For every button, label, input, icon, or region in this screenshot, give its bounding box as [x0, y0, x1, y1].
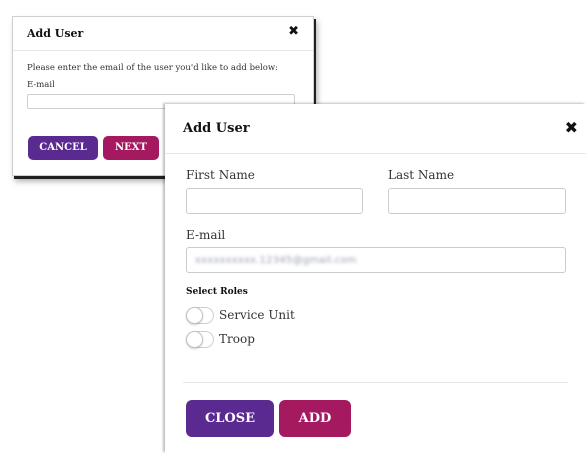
toggle-knob: [186, 331, 203, 348]
email-label: E-mail: [186, 228, 226, 242]
dialog-title: Add User: [27, 27, 84, 40]
close-icon[interactable]: ✖: [565, 118, 578, 137]
add-button[interactable]: ADD: [279, 400, 351, 437]
close-icon[interactable]: ✖: [288, 24, 299, 39]
email-field[interactable]: xxxxxxxxxx.12345@gmail.com: [186, 247, 566, 273]
first-name-label: First Name: [186, 168, 255, 182]
toggle-knob: [186, 307, 203, 324]
select-roles-heading: Select Roles: [186, 287, 248, 297]
toggle-switch[interactable]: [186, 307, 214, 324]
last-name-label: Last Name: [388, 168, 455, 182]
role-label: Troop: [219, 332, 255, 346]
close-button[interactable]: CLOSE: [186, 400, 274, 437]
first-name-field[interactable]: [186, 188, 363, 214]
toggle-switch[interactable]: [186, 331, 214, 348]
role-label: Service Unit: [219, 308, 295, 322]
add-user-dialog: Add User ✖ First Name Last Name E-mail x…: [165, 104, 586, 453]
redacted-email-value: xxxxxxxxxx.12345@gmail.com: [195, 255, 357, 266]
last-name-field[interactable]: [388, 188, 566, 214]
instruction-text: Please enter the email of the user you'd…: [27, 63, 279, 73]
dialog-title: Add User: [183, 121, 250, 136]
next-button[interactable]: NEXT: [103, 136, 159, 160]
footer-divider: [183, 382, 568, 383]
email-label: E-mail: [27, 80, 55, 90]
cancel-button[interactable]: CANCEL: [28, 136, 98, 160]
